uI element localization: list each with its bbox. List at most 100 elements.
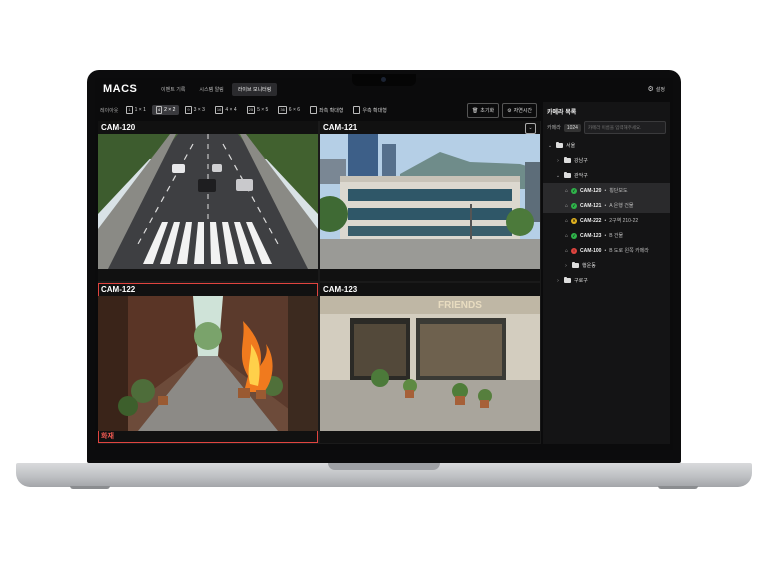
- camera-title: CAM-120: [101, 123, 136, 132]
- laptop-foot: [658, 486, 698, 489]
- status-ok-icon: ✓: [571, 202, 578, 209]
- right-expand-label: 우측 확대형: [362, 107, 387, 114]
- settings-button[interactable]: ⚙ 설정: [648, 85, 665, 93]
- camera-desc: B 도로 왼쪽 카메라: [609, 248, 649, 254]
- right-expand-button[interactable]: 우측 확대형: [349, 105, 390, 115]
- chevron-down-icon[interactable]: ⌄: [525, 123, 536, 134]
- camera-tile-cam-120[interactable]: CAM-120: [98, 121, 318, 281]
- tree-label: 서울: [566, 143, 576, 149]
- folder-icon: [564, 171, 571, 178]
- layout-2x2-button[interactable]: 42 × 2: [151, 105, 180, 115]
- camera-tree: ⌄ 서울 › 강남구 ⌄ 관악구 ⌂ ✓ CAM-120 • 횡단보도 ⌂ ✓ …: [543, 138, 670, 288]
- webcam-icon: [381, 77, 386, 82]
- cctv-icon: ⌂: [565, 187, 569, 194]
- tab-event-log[interactable]: 이벤트 기록: [155, 83, 191, 96]
- tree-label: 강남구: [574, 158, 588, 164]
- layout-4x4-button[interactable]: 16 4 × 4: [211, 105, 241, 115]
- camera-count-badge: 1024: [563, 123, 581, 132]
- layout-5x5-button[interactable]: 25 5 × 5: [243, 105, 273, 115]
- laptop-foot: [70, 486, 110, 489]
- left-expand-label: 좌측 확대형: [319, 107, 344, 114]
- camera-title: CAM-121: [323, 123, 358, 132]
- tree-district-gwanak[interactable]: ⌄ 관악구: [543, 168, 670, 183]
- layout-3x3-button[interactable]: 93 × 3: [181, 105, 209, 115]
- natural-time-label: 자연시간: [513, 108, 532, 114]
- camera-name: CAM-100: [580, 247, 602, 254]
- svg-text:FRIENDS: FRIENDS: [438, 300, 482, 311]
- status-error-icon: !: [571, 247, 578, 254]
- tab-live-monitoring[interactable]: 라이브 모니터링: [231, 82, 278, 96]
- cctv-icon: ⌂: [565, 217, 569, 224]
- layout-1x1-button[interactable]: 11 × 1: [122, 105, 150, 115]
- status-ok-icon: ✓: [571, 232, 578, 239]
- camera-title: CAM-123: [323, 285, 358, 294]
- camera-feed-storefront: FRIENDS: [320, 296, 540, 431]
- tree-district-gangnam[interactable]: › 강남구: [543, 153, 670, 168]
- camera-tile-cam-121[interactable]: CAM-121 ⌄: [320, 121, 540, 281]
- tree-root-seoul[interactable]: ⌄ 서울: [543, 138, 670, 153]
- layout-label: 레이아웃: [100, 107, 119, 114]
- tree-camera-cam-123[interactable]: ⌂ ✓ CAM-123 • B 건물: [543, 228, 670, 243]
- trash-icon: 🗑: [471, 107, 479, 114]
- tree-camera-cam-222[interactable]: ⌂ ✕ CAM-222 • 2구역 210-22: [543, 213, 670, 228]
- camera-tile-cam-123[interactable]: CAM-123 FRIENDS: [320, 283, 540, 443]
- layout-toolbar: 레이아웃 11 × 1 42 × 2 93 × 3 16 4 × 4 25 5 × …: [95, 102, 541, 118]
- search-label: 카메라: [547, 125, 561, 131]
- tree-label: 관악구: [574, 173, 588, 179]
- grid-4-icon: 4: [155, 106, 163, 114]
- camera-name: CAM-222: [580, 217, 602, 224]
- chevron-right-icon: ›: [565, 262, 567, 269]
- left-panel-icon: [310, 106, 318, 114]
- chevron-down-icon: ⌄: [547, 142, 553, 149]
- chevron-down-icon: ⌄: [555, 172, 561, 179]
- tree-district-guro[interactable]: › 구로구: [543, 273, 670, 288]
- cctv-icon: ⌂: [565, 202, 569, 209]
- toolbar-actions: 🗑 초기화 ⚙ 자연시간: [466, 103, 537, 118]
- tab-system-alerts[interactable]: 시스템 알림: [193, 83, 229, 96]
- camera-desc: 2구역 210-22: [609, 218, 639, 224]
- panel-title: 카메라 목록: [547, 110, 577, 116]
- left-expand-button[interactable]: 좌측 확대형: [306, 105, 347, 115]
- gear-icon: ⚙: [507, 107, 512, 114]
- layout-2x2-label: 2 × 2: [164, 107, 176, 113]
- camera-feed-building: [320, 134, 540, 269]
- camera-list-panel: 카메라 목록 카메라 1024 ⌄ 서울 › 강남구 ⌄ 관악구 ⌂: [543, 102, 670, 444]
- layout-6x6-button[interactable]: 36 6 × 6: [274, 105, 304, 115]
- grid-25-icon: 25: [246, 106, 256, 114]
- tree-camera-cam-121[interactable]: ⌂ ✓ CAM-121 • A 은행 건물: [543, 198, 670, 213]
- settings-label: 설정: [655, 86, 665, 93]
- folder-icon: [572, 261, 579, 268]
- tree-label: 구로구: [574, 278, 588, 284]
- grid-16-icon: 16: [214, 106, 224, 114]
- layout-3x3-label: 3 × 3: [193, 107, 205, 113]
- tree-subfolder-haengun[interactable]: › 행운동: [543, 258, 670, 273]
- cctv-icon: ⌂: [565, 232, 569, 239]
- status-ok-icon: ✓: [571, 187, 578, 194]
- natural-time-button[interactable]: ⚙ 자연시간: [502, 103, 537, 118]
- tree-camera-cam-100[interactable]: ⌂ ! CAM-100 • B 도로 왼쪽 카메라: [543, 243, 670, 258]
- tree-camera-cam-120[interactable]: ⌂ ✓ CAM-120 • 횡단보도: [543, 183, 670, 198]
- camera-tile-cam-122[interactable]: CAM-122 화재: [98, 283, 318, 443]
- grid-36-icon: 36: [278, 106, 287, 114]
- reset-button[interactable]: 🗑 초기화: [466, 103, 500, 118]
- camera-title: CAM-122: [101, 285, 136, 294]
- tree-label: 행운동: [582, 263, 596, 269]
- camera-name: CAM-121: [580, 202, 602, 209]
- status-warning-icon: ✕: [571, 217, 578, 224]
- camera-desc: A 은행 건물: [609, 203, 634, 209]
- laptop-opening-notch: [328, 463, 440, 470]
- layout-4x4-label: 4 × 4: [225, 107, 237, 113]
- grid-9-icon: 9: [185, 106, 192, 114]
- camera-name: CAM-120: [580, 187, 602, 194]
- cctv-icon: ⌂: [565, 247, 569, 254]
- layout-6x6-label: 6 × 6: [288, 107, 301, 113]
- camera-search-input[interactable]: [583, 121, 666, 134]
- camera-feed-alley-fire: [98, 296, 318, 431]
- fire-alert-label: 화재: [101, 433, 114, 440]
- folder-icon: [556, 141, 563, 148]
- chevron-right-icon: ›: [557, 157, 559, 164]
- layout-1x1-label: 1 × 1: [134, 107, 146, 113]
- camera-desc: B 건물: [609, 233, 624, 239]
- folder-icon: [564, 276, 571, 283]
- grid-1-icon: 1: [126, 106, 133, 114]
